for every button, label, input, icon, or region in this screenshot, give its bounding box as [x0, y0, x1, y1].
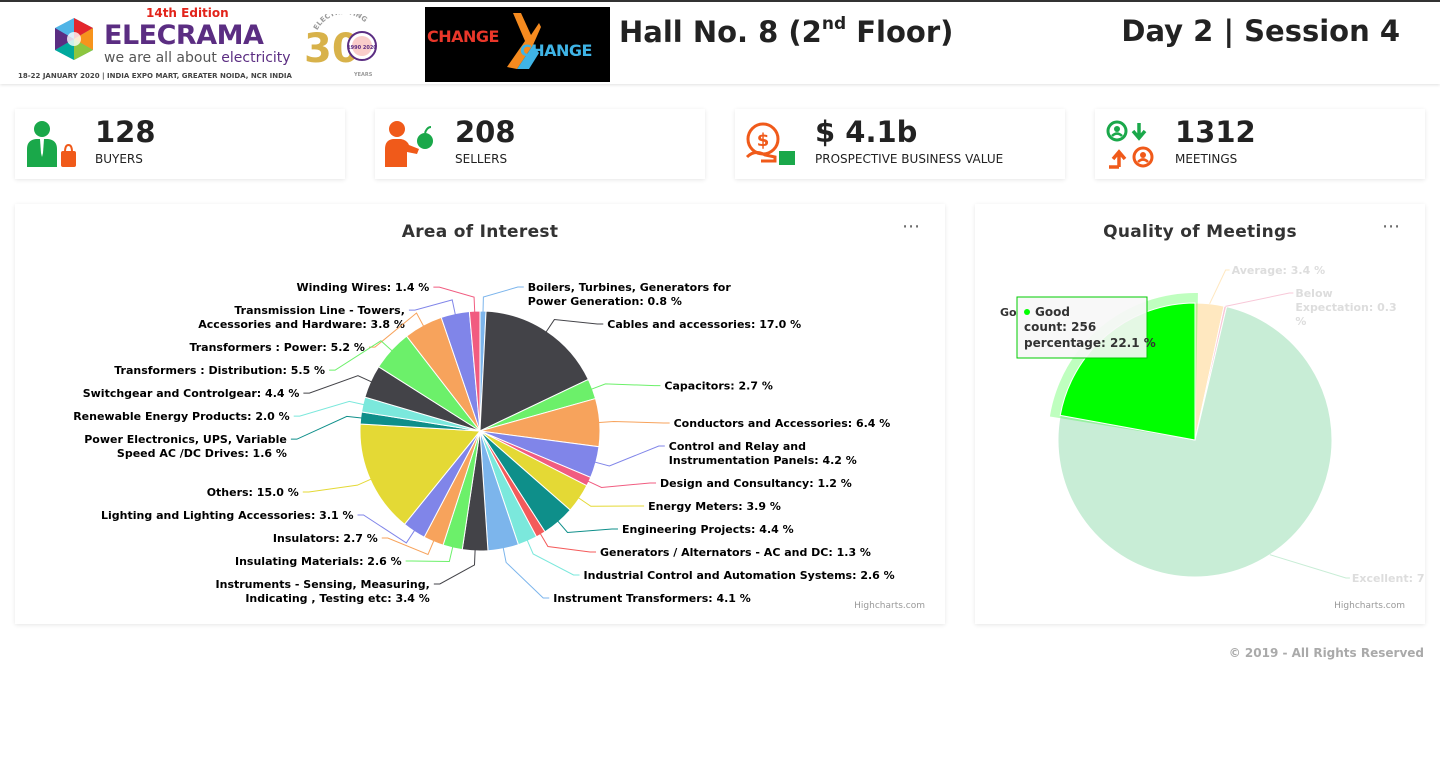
label-insulators: Insulators: 2.7 %	[273, 532, 378, 545]
label-industrial-control-and-automation-systems: Industrial Control and Automation System…	[584, 569, 895, 582]
connector-instruments-sensing-measuring-indicating-testing-etc	[433, 548, 476, 585]
meetings-exchange-icon	[1106, 120, 1154, 169]
connector-switchgear-and-controlgear	[303, 375, 373, 394]
area-chart-credits[interactable]: Highcharts.com	[854, 601, 925, 611]
meetings-label: MEETINGS	[1175, 152, 1238, 166]
elecrama-tagline: we are all about electricity	[104, 50, 291, 66]
stat-card-business-value: $ $ 4.1b PROSPECTIVE BUSINESS VALUE	[735, 109, 1065, 179]
tooltip-name: Good	[1035, 305, 1070, 319]
label-cables-and-accessories: Cables and accessories: 17.0 %	[607, 318, 801, 331]
svg-text:$: $	[757, 130, 770, 151]
svg-text:YEARS: YEARS	[353, 72, 373, 78]
label-instruments-sensing-measuring-indicating-testing-etc: Instruments - Sensing, Measuring, Indicat…	[216, 578, 430, 605]
cx-logo-part2: CHANGE	[520, 41, 592, 60]
connector-generators-alternators-ac-and-dc	[539, 532, 597, 553]
label-engineering-projects: Engineering Projects: 4.4 %	[622, 523, 794, 536]
label-excellent: Excellent: 74.1 %	[1352, 572, 1425, 585]
label-lighting-and-lighting-accessories: Lighting and Lighting Accessories: 3.1 %	[101, 509, 354, 522]
connector-others	[302, 478, 373, 493]
label-average: Average: 3.4 %	[1232, 264, 1326, 277]
connector-capacitors	[590, 383, 661, 391]
label-boilers-turbines-generators-for-power-generation: Boilers, Turbines, Generators for Power G…	[528, 281, 732, 308]
label-winding-wires: Winding Wires: 1.4 %	[297, 281, 430, 294]
label-transformers-distribution: Transformers : Distribution: 5.5 %	[114, 364, 325, 377]
connector-renewable-energy-products	[293, 400, 366, 417]
area-of-interest-pie: Boilers, Turbines, Generators for Power G…	[73, 281, 895, 605]
buyers-count: 128	[95, 115, 156, 149]
elecrama-logo: 14th Edition ELECRAMA we are all about e…	[18, 6, 293, 82]
connector-energy-meters	[577, 496, 645, 507]
connector-excellent	[1269, 554, 1350, 579]
connector-instrument-transformers	[502, 546, 550, 599]
label-generators-alternators-ac-and-dc: Generators / Alternators - AC and DC: 1.…	[600, 546, 871, 559]
tooltip-percentage: percentage: 22.1 %	[1024, 336, 1156, 350]
thirty-years-logo: ELECTRIFYING 30 1990 2020 YEARS	[304, 14, 377, 78]
money-hand-icon: $	[745, 122, 795, 165]
elecrama-dates: 18-22 JANUARY 2020 | INDIA EXPO MART, GR…	[18, 72, 292, 80]
label-design-and-consultancy: Design and Consultancy: 1.2 %	[660, 477, 852, 490]
business-value-label: PROSPECTIVE BUSINESS VALUE	[815, 152, 1004, 166]
elecrama-hexagon-icon	[55, 18, 93, 60]
connector-engineering-projects	[556, 520, 618, 533]
label-instrument-transformers: Instrument Transformers: 4.1 %	[553, 592, 751, 605]
tooltip-bullet-icon	[1024, 309, 1030, 315]
business-value: $ 4.1b	[815, 115, 918, 149]
connector-cables-and-accessories	[545, 319, 604, 334]
label-energy-meters: Energy Meters: 3.9 %	[648, 500, 781, 513]
quality-of-meetings-card: Quality of Meetings ⋯ Average: 3.4 % Belo…	[975, 204, 1425, 624]
buyer-icon	[27, 121, 76, 167]
buyers-label: BUYERS	[95, 152, 143, 166]
quality-chart-credits[interactable]: Highcharts.com	[1334, 601, 1405, 611]
change-x-change-logo: CHANGE CHANGE	[425, 7, 610, 82]
meetings-count: 1312	[1175, 115, 1256, 149]
label-transmission-line-towers-accessories-and-hardware: Transmission Line - Towers, Accessories a…	[198, 304, 405, 331]
label-power-electronics-ups-variable-speed-ac-dc-drives: Power Electronics, UPS, Variable Speed AC…	[84, 433, 287, 460]
label-capacitors: Capacitors: 2.7 %	[664, 380, 772, 393]
elecrama-edition: 14th Edition	[146, 6, 229, 20]
label-conductors-and-accessories: Conductors and Accessories: 6.4 %	[674, 417, 891, 430]
tooltip-good: Goodcount: 256 percentage: 22.1 %	[1016, 296, 1156, 359]
quality-of-meetings-pie: Average: 3.4 % Below Expectation: 0.3 % Exce…	[1000, 264, 1425, 585]
label-insulating-materials: Insulating Materials: 2.6 %	[235, 555, 402, 568]
area-of-interest-card: Area of Interest ⋯ Boilers, Turbines, Ge…	[15, 204, 945, 624]
stat-card-meetings: 1312 MEETINGS	[1095, 109, 1425, 179]
sellers-label: SELLERS	[455, 152, 508, 166]
label-renewable-energy-products: Renewable Energy Products: 2.0 %	[73, 410, 290, 423]
label-others: Others: 15.0 %	[207, 486, 299, 499]
footer-copyright: © 2019 - All Rights Reserved	[1228, 646, 1424, 660]
seller-icon	[385, 121, 433, 167]
svg-text:1990 2020: 1990 2020	[347, 45, 377, 51]
label-control-and-relay-and-instrumentation-panels: Control and Relay and Instrumentation Pan…	[669, 440, 857, 467]
tooltip-count: count: 256	[1024, 320, 1096, 334]
connector-power-electronics-ups-variable-speed-ac-dc-drives	[290, 415, 363, 440]
connector-control-and-relay-and-instrumentation-panels	[593, 445, 665, 467]
connector-below-expectation	[1225, 292, 1294, 307]
connector-conductors-and-accessories	[597, 420, 670, 424]
stat-card-buyers: 128 BUYERS	[15, 109, 345, 179]
stat-card-sellers: 208 SELLERS	[375, 109, 705, 179]
sellers-count: 208	[455, 115, 516, 149]
label-switchgear-and-controlgear: Switchgear and Controlgear: 4.4 %	[83, 387, 300, 400]
connector-average	[1209, 269, 1230, 304]
cx-logo-part1: CHANGE	[427, 27, 499, 46]
label-below-expectation: Below Expectation: 0.3%	[1295, 287, 1396, 328]
elecrama-wordmark: ELECRAMA	[104, 20, 264, 51]
label-good: Go	[1000, 306, 1017, 319]
connector-design-and-consultancy	[586, 480, 657, 488]
session-title: Day 2 | Session 4	[1121, 14, 1400, 48]
header-bar: 14th Edition ELECRAMA we are all about e…	[0, 0, 1440, 84]
connector-boilers-turbines-generators-for-power-generation	[482, 286, 524, 314]
connector-industrial-control-and-automation-systems	[526, 539, 580, 576]
label-transformers-power: Transformers : Power: 5.2 %	[189, 341, 364, 354]
hall-title: Hall No. 8 (2nd Floor)	[619, 14, 954, 49]
